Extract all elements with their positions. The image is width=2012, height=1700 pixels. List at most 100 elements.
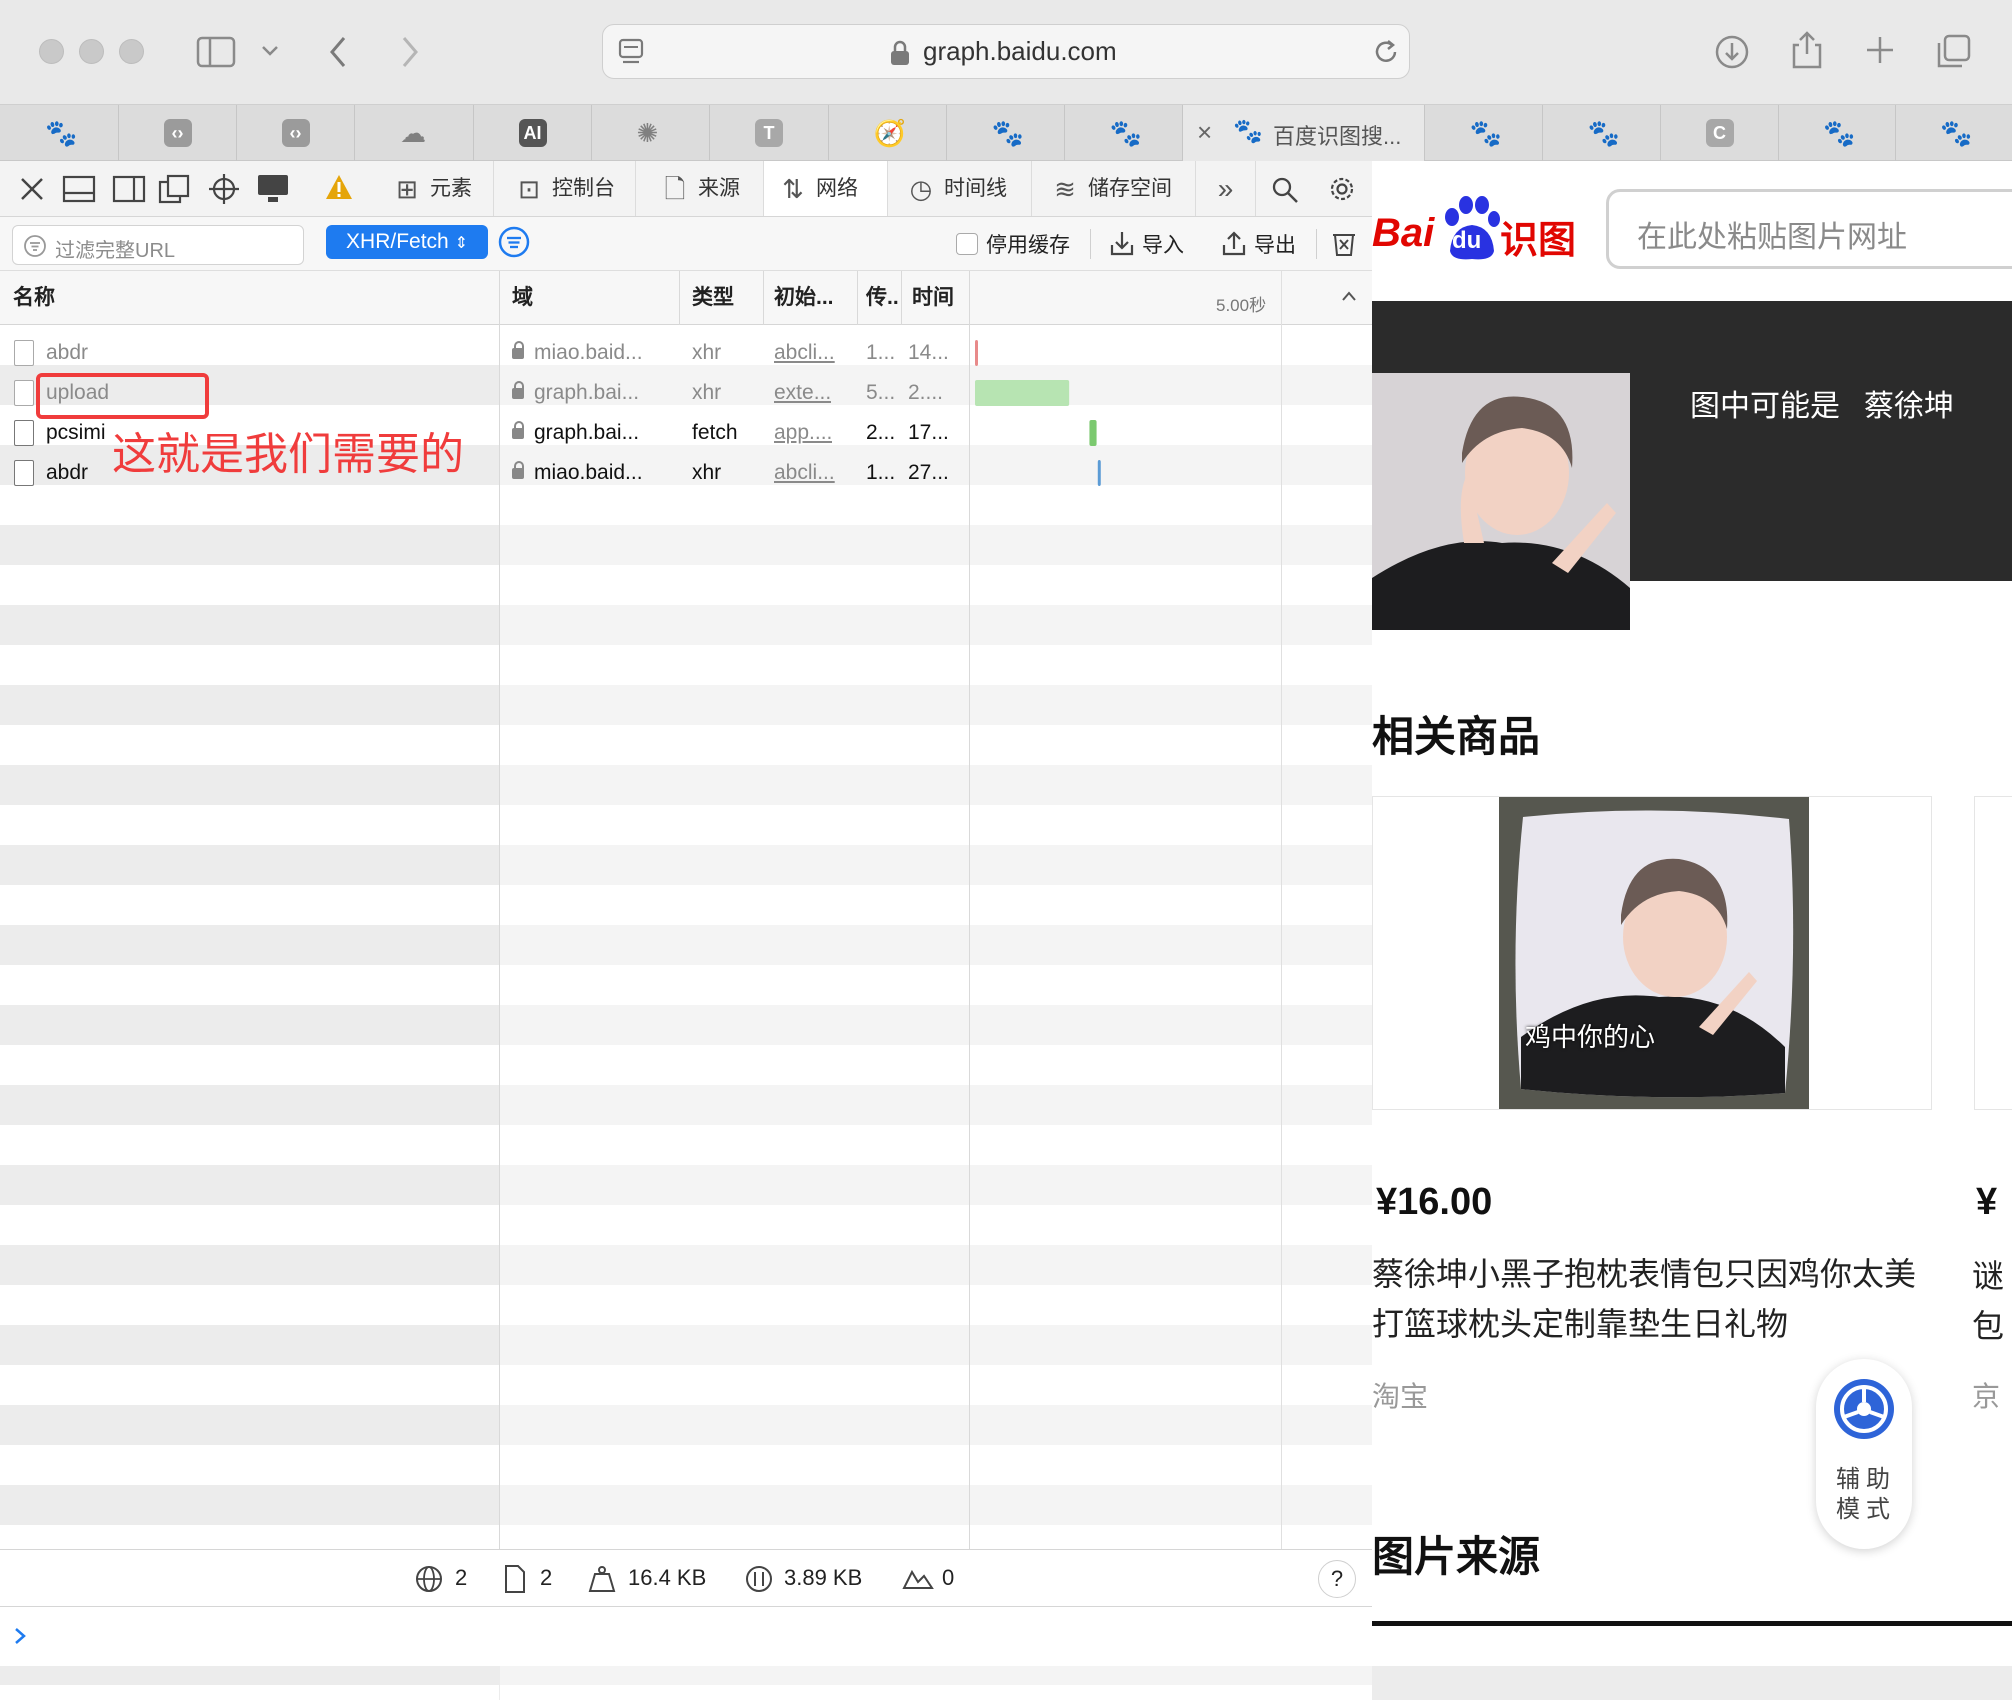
page-menu-icon[interactable] bbox=[617, 37, 645, 67]
new-tab-icon[interactable] bbox=[1864, 34, 1896, 66]
product-title[interactable]: 蔡徐坤小黑子抱枕表情包只因鸡你太美打篮球枕头定制靠垫生日礼物 bbox=[1372, 1249, 1932, 1349]
forward-icon[interactable] bbox=[398, 34, 422, 70]
type-filter-select[interactable]: XHR/Fetch ⇕ bbox=[326, 225, 488, 259]
lock-icon bbox=[512, 460, 524, 479]
tab-baidu-6[interactable]: 🐾 bbox=[1779, 105, 1896, 161]
request-initiator-cell[interactable]: exte... bbox=[774, 373, 831, 413]
tab-baidu-3[interactable]: 🐾 bbox=[1065, 105, 1183, 161]
baidu-shitu-logo[interactable]: Bai du 识图 bbox=[1372, 193, 1577, 265]
export-icon[interactable] bbox=[1220, 229, 1248, 257]
reload-icon[interactable] bbox=[1371, 37, 1401, 67]
sidebar-icon[interactable] bbox=[196, 36, 236, 68]
dt-tab-network[interactable]: ⇅ 网络 bbox=[764, 161, 888, 216]
product-card[interactable]: 鸡中你的心 bbox=[1372, 796, 1932, 1110]
tab-active[interactable]: × 🐾 百度识图搜... bbox=[1183, 105, 1425, 161]
filter-options-icon[interactable] bbox=[497, 225, 531, 259]
chevron-up-icon[interactable] bbox=[1340, 289, 1358, 303]
tab-openai[interactable]: ✺ bbox=[592, 105, 710, 161]
column-name[interactable]: 名称 bbox=[13, 271, 55, 325]
request-name-cell[interactable]: abdr bbox=[14, 333, 494, 373]
tab-compass[interactable]: 🧭 bbox=[829, 105, 947, 161]
zoom-window-button[interactable] bbox=[119, 39, 144, 64]
section-divider bbox=[1372, 1621, 2012, 1626]
close-tab-icon[interactable]: × bbox=[1197, 117, 1212, 148]
undock-icon[interactable] bbox=[158, 174, 192, 204]
dt-tab-console[interactable]: ⊡ 控制台 bbox=[494, 161, 636, 216]
request-initiator-cell[interactable]: app.... bbox=[774, 413, 832, 453]
column-time[interactable]: 时间 bbox=[912, 271, 954, 325]
request-initiator-cell[interactable]: abcli... bbox=[774, 333, 835, 373]
request-domain-cell: miao.baid... bbox=[512, 453, 643, 493]
waterfall-chart bbox=[975, 340, 1101, 486]
request-type: xhr bbox=[692, 381, 722, 404]
gear-icon[interactable] bbox=[1326, 173, 1358, 205]
inspect-element-icon[interactable] bbox=[208, 173, 240, 205]
close-inspector-icon[interactable] bbox=[18, 175, 46, 203]
file-icon bbox=[14, 420, 34, 447]
accessibility-mode-button[interactable]: 辅助 模式 bbox=[1816, 1359, 1912, 1549]
help-button[interactable]: ? bbox=[1318, 1560, 1356, 1598]
device-settings-icon[interactable] bbox=[256, 173, 290, 205]
more-tabs-icon[interactable]: » bbox=[1196, 161, 1256, 216]
error-count: 0 bbox=[942, 1565, 955, 1590]
request-time: 14... bbox=[908, 341, 949, 364]
tab-overview-icon[interactable] bbox=[1936, 33, 1972, 69]
tab-baidu-5[interactable]: 🐾 bbox=[1543, 105, 1661, 161]
request-type-cell: xhr bbox=[692, 373, 721, 413]
console-prompt[interactable] bbox=[0, 1607, 1372, 1666]
request-initiator: exte... bbox=[774, 381, 832, 404]
dt-tab-label: 储存空间 bbox=[1088, 177, 1172, 200]
dock-bottom-icon[interactable] bbox=[62, 175, 96, 203]
url-filter-input[interactable]: 过滤完整URL bbox=[12, 225, 304, 265]
tab-code-1[interactable]: ‹› bbox=[119, 105, 237, 161]
search-placeholder: 在此处粘贴图片网址 bbox=[1637, 221, 1907, 254]
share-icon[interactable] bbox=[1790, 30, 1824, 70]
waterfall-bar[interactable] bbox=[975, 380, 1070, 406]
clear-trash-icon[interactable] bbox=[1330, 227, 1358, 259]
request-initiator-cell[interactable]: abcli... bbox=[774, 453, 835, 493]
column-transfer[interactable]: 传.. bbox=[866, 271, 899, 325]
downloads-icon[interactable] bbox=[1714, 34, 1750, 70]
guess-name[interactable]: 蔡徐坤 bbox=[1864, 381, 1954, 425]
dt-tab-storage[interactable]: ≋ 储存空间 bbox=[1032, 161, 1196, 216]
close-window-button[interactable] bbox=[39, 39, 64, 64]
back-icon[interactable] bbox=[326, 34, 350, 70]
image-url-input[interactable]: 在此处粘贴图片网址 bbox=[1606, 189, 2012, 269]
tab-baidu-2[interactable]: 🐾 bbox=[947, 105, 1065, 161]
baidu-paw-icon: 🐾 bbox=[45, 118, 78, 148]
tab-t[interactable]: T bbox=[710, 105, 829, 161]
tab-baidu-4[interactable]: 🐾 bbox=[1425, 105, 1543, 161]
baidu-paw-icon: 🐾 bbox=[1469, 118, 1502, 148]
dock-right-icon[interactable] bbox=[112, 175, 146, 203]
import-icon[interactable] bbox=[1108, 229, 1136, 257]
detail-columns bbox=[500, 325, 1372, 1700]
guess-label: 图中可能是 bbox=[1690, 390, 1840, 423]
minimize-window-button[interactable] bbox=[79, 39, 104, 64]
query-image-thumbnail[interactable] bbox=[1372, 373, 1630, 630]
tab-code-2[interactable]: ‹› bbox=[237, 105, 355, 161]
dt-tab-timelines[interactable]: ◷ 时间线 bbox=[888, 161, 1032, 216]
chevron-down-icon[interactable] bbox=[260, 44, 280, 58]
tab-c[interactable]: C bbox=[1661, 105, 1779, 161]
address-bar[interactable]: graph.baidu.com bbox=[602, 24, 1410, 79]
tab-baidu-1[interactable]: 🐾 bbox=[0, 105, 119, 161]
waterfall-bar[interactable] bbox=[975, 340, 978, 366]
waterfall-bar[interactable] bbox=[1097, 460, 1101, 486]
export-label[interactable]: 导出 bbox=[1254, 229, 1296, 259]
search-icon[interactable] bbox=[1270, 175, 1300, 205]
waterfall-bar[interactable] bbox=[1089, 420, 1097, 446]
product-card-next[interactable] bbox=[1974, 796, 2012, 1110]
tab-cloud[interactable]: ☁ bbox=[355, 105, 474, 161]
tab-ai[interactable]: AI bbox=[474, 105, 592, 161]
column-type[interactable]: 类型 bbox=[692, 271, 734, 325]
dt-tab-sources[interactable]: 🗋 来源 bbox=[636, 161, 764, 216]
dt-tab-elements[interactable]: ⊞ 元素 bbox=[372, 161, 494, 216]
disable-cache-checkbox[interactable] bbox=[956, 233, 978, 255]
tab-baidu-7[interactable]: 🐾 bbox=[1896, 105, 2012, 161]
product-image[interactable] bbox=[1499, 797, 1809, 1109]
warning-icon[interactable] bbox=[324, 173, 354, 201]
column-initiator[interactable]: 初始... bbox=[774, 271, 834, 325]
baidu-paw-icon: 🐾 bbox=[1109, 118, 1142, 148]
column-domain[interactable]: 域 bbox=[512, 271, 533, 325]
import-label[interactable]: 导入 bbox=[1142, 229, 1184, 259]
